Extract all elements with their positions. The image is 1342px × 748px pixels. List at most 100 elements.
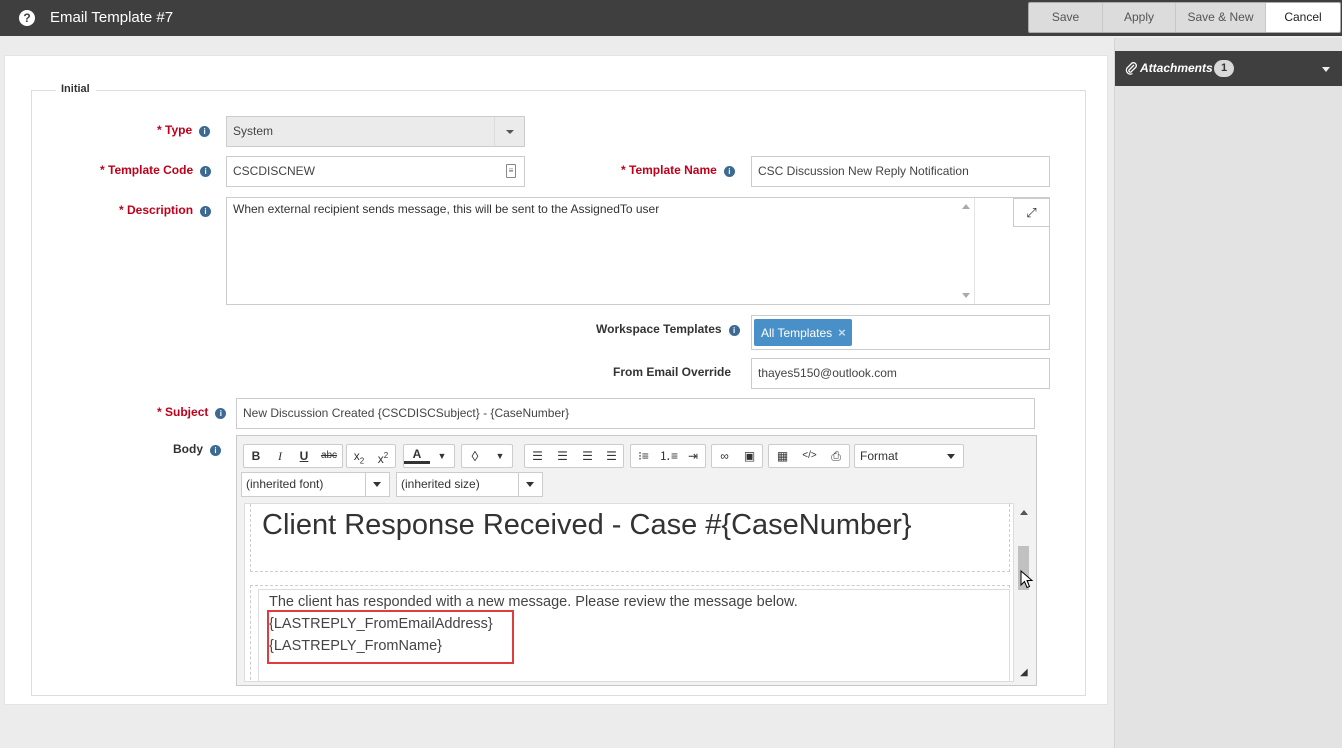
info-icon[interactable]: i [200,166,212,177]
chevron-down-icon[interactable] [518,473,542,496]
chevron-down-icon[interactable] [1322,67,1330,72]
resize-handle-icon[interactable]: ◢ [1020,667,1028,678]
code-icon[interactable]: </> [796,445,823,467]
body-line-intro[interactable]: The client has responded with a new mess… [269,594,798,610]
workspace-templates-label: Workspace Templates i [596,322,740,336]
justify-icon[interactable]: ☰ [600,445,623,467]
heading-text[interactable]: Client Response Received - Case #{CaseNu… [262,509,912,542]
italic-icon[interactable]: I [268,445,292,467]
numbered-list-icon[interactable]: ⒈≡ [656,445,681,467]
info-icon[interactable]: i [728,325,740,336]
font-color-icon[interactable]: A [404,445,430,464]
mouse-cursor-icon [1020,570,1034,589]
info-icon[interactable]: i [210,445,221,456]
body-line-from-name[interactable]: {LASTREPLY_FromName} [269,638,442,654]
apply-button[interactable]: Apply [1103,3,1176,32]
from-email-override-input[interactable]: thayes5150@outlook.com [751,358,1050,389]
body-editor: B I U abc x2 x2 A ▼ ◊ ▼ ☰ ☰ ☰ ☰ ⁝≡ ⒈≡ ⇥ … [236,435,1037,686]
window-title: Email Template #7 [50,9,174,26]
help-icon[interactable]: ? [19,10,35,26]
strikethrough-icon[interactable]: abc [316,445,342,467]
underline-icon[interactable]: U [292,445,316,467]
print-icon[interactable]: ⎙ [823,445,849,467]
chevron-down-icon[interactable]: ▼ [488,445,512,467]
bold-icon[interactable]: B [244,445,268,467]
save-button[interactable]: Save [1029,3,1103,32]
description-textarea[interactable]: When external recipient sends message, t… [226,197,1050,305]
subscript-icon[interactable]: x2 [347,445,371,467]
font-family-select[interactable]: (inherited font) [241,472,390,497]
required-marker: * [157,123,166,137]
attachments-header[interactable]: Attachments 1 [1115,51,1342,86]
remove-tag-icon[interactable]: × [838,325,846,340]
subject-label: * Subject i [157,405,227,419]
align-right-icon[interactable]: ☰ [575,445,600,467]
type-value: System [233,124,274,138]
info-icon[interactable]: i [199,126,211,137]
scroll-up-icon[interactable] [962,204,970,209]
table-icon[interactable]: ▦ [769,445,796,467]
format-select-value: Format [860,449,899,463]
template-name-input[interactable]: CSC Discussion New Reply Notification [751,156,1050,187]
section-legend: Initial [56,83,96,95]
bullet-list-icon[interactable]: ⁝≡ [631,445,656,467]
from-email-override-label: From Email Override [613,365,732,379]
paperclip-icon [1125,62,1137,75]
all-templates-tag[interactable]: All Templates × [754,319,852,346]
scroll-up-icon[interactable] [1020,510,1028,515]
heading-block[interactable]: Client Response Received - Case #{CaseNu… [250,504,1010,572]
template-code-label: * Template Code i [100,163,212,177]
font-size-select[interactable]: (inherited size) [396,472,543,497]
required-marker: * [119,203,128,217]
chevron-down-icon[interactable]: ▼ [430,445,454,467]
action-bar: Save Apply Save & New Cancel [1028,2,1341,33]
link-icon[interactable]: ∞ [712,445,737,467]
chevron-down-icon [947,454,955,459]
code-lookup-icon[interactable]: ≡ [506,164,516,178]
editor-scrollbar[interactable] [1015,503,1033,682]
info-icon[interactable]: i [723,166,735,177]
editor-canvas[interactable]: Client Response Received - Case #{CaseNu… [244,503,1014,682]
attachments-label: Attachments [1140,61,1213,75]
chevron-down-icon[interactable] [494,117,524,146]
chevron-down-icon[interactable] [365,473,389,496]
required-marker: * [157,405,166,419]
type-label: * Type i [157,123,211,137]
fill-color-icon[interactable]: ◊ [462,445,488,467]
divider [974,198,975,304]
list-group: ⁝≡ ⒈≡ ⇥ [630,444,706,468]
indent-icon[interactable]: ⇥ [681,445,705,467]
image-icon[interactable]: ▣ [737,445,762,467]
save-and-new-button[interactable]: Save & New [1176,3,1266,32]
title-bar: ? Email Template #7 Save Apply Save & Ne… [0,0,1342,36]
required-marker: * [100,163,109,177]
info-icon[interactable]: i [200,206,212,217]
expand-icon[interactable]: ⤢ [1013,198,1050,227]
fill-color-group: ◊ ▼ [461,444,513,468]
template-code-value: CSCDISCNEW [233,164,316,178]
align-left-icon[interactable]: ☰ [525,445,550,467]
type-select[interactable]: System [226,116,525,147]
description-label: * Description i [119,203,212,217]
cancel-button[interactable]: Cancel [1266,3,1340,32]
format-select[interactable]: Format [854,444,964,468]
tools-group: ▦ </> ⎙ [768,444,850,468]
tag-label: All Templates [761,326,833,340]
font-color-group: A ▼ [403,444,455,468]
subject-input[interactable]: New Discussion Created {CSCDISCSubject} … [236,398,1035,429]
attachments-sidebar: Attachments 1 [1114,38,1342,748]
template-code-input[interactable]: CSCDISCNEW ≡ [226,156,525,187]
description-scrollbar[interactable] [959,198,973,304]
body-line-from-email[interactable]: {LASTREPLY_FromEmailAddress} [269,616,493,632]
required-marker: * [621,163,630,177]
font-size-value: (inherited size) [401,477,480,491]
alignment-group: ☰ ☰ ☰ ☰ [524,444,624,468]
text-style-group: B I U abc [243,444,343,468]
align-center-icon[interactable]: ☰ [550,445,575,467]
insert-group: ∞ ▣ [711,444,763,468]
template-name-label: * Template Name i [621,163,735,177]
info-icon[interactable]: i [215,408,227,419]
superscript-icon[interactable]: x2 [371,445,395,467]
description-value: When external recipient sends message, t… [233,202,660,216]
scroll-down-icon[interactable] [962,293,970,298]
